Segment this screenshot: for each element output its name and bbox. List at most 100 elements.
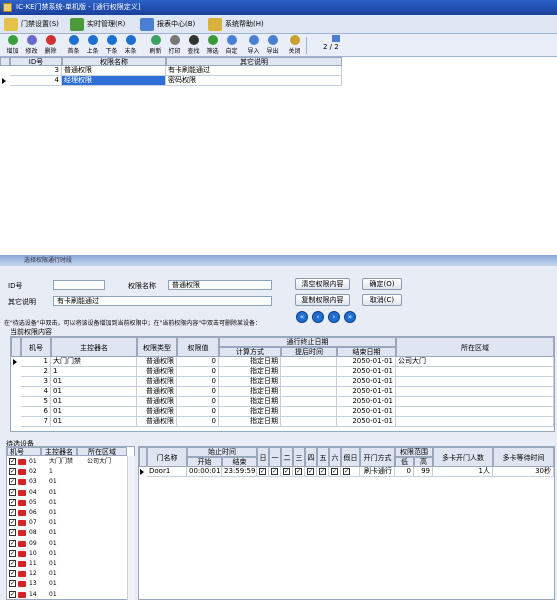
list-item[interactable]: ✓ 14 01 <box>7 590 127 600</box>
col-day[interactable]: 四 <box>305 447 317 467</box>
col-end[interactable]: 结束 <box>222 457 257 467</box>
checkbox[interactable]: ✓ <box>9 529 16 537</box>
table-row[interactable]: 6 01 普通权限 0 指定日期 2050-01-01 <box>11 407 554 417</box>
toolbar-button-custom[interactable]: 自定 <box>222 35 241 56</box>
toolbar-button-print[interactable]: 打印 <box>165 35 184 56</box>
day-checkbox[interactable]: ✓ <box>319 467 326 475</box>
menu-door-settings[interactable]: 门禁设置(S) <box>4 17 59 32</box>
toolbar-button-edit[interactable]: 修改 <box>22 35 41 56</box>
table-row[interactable]: 7 01 普通权限 0 指定日期 2050-01-01 <box>11 417 554 427</box>
checkbox[interactable]: ✓ <box>9 468 16 476</box>
col-day[interactable]: 假日 <box>341 447 360 467</box>
toolbar-button-prev[interactable]: 上条 <box>83 35 102 56</box>
toolbar-button-filter[interactable]: 筛选 <box>203 35 222 56</box>
last-record-icon[interactable]: » <box>344 311 356 323</box>
toolbar-button-refresh[interactable]: 刷新 <box>146 35 165 56</box>
list-item[interactable]: ✓ 09 01 <box>7 539 127 549</box>
col-multi[interactable]: 多卡开门人数 <box>433 447 493 467</box>
toolbar-button-first[interactable]: 首条 <box>64 35 83 56</box>
col-controller[interactable]: 主控器名 <box>51 337 137 357</box>
menu-realtime[interactable]: 实时管理(R) <box>70 17 125 32</box>
col-type[interactable]: 权限类型 <box>137 337 177 357</box>
list-item[interactable]: ✓ 01 大门门禁 公司大门 <box>7 457 127 467</box>
col-low[interactable]: 低 <box>395 457 414 467</box>
cancel-button[interactable]: 取消(C) <box>362 294 402 306</box>
col-day[interactable]: 三 <box>293 447 305 467</box>
col-day[interactable]: 一 <box>269 447 281 467</box>
menu-help[interactable]: 系统帮助(H) <box>208 17 264 32</box>
col-device-area[interactable]: 所在区域 <box>77 447 127 456</box>
next-record-icon[interactable]: › <box>328 311 340 323</box>
clear-permission-button[interactable]: 清空权限内容 <box>295 278 350 290</box>
col-desc[interactable]: 其它说明 <box>166 57 342 66</box>
checkbox[interactable]: ✓ <box>9 458 16 465</box>
table-row[interactable]: 4 01 普通权限 0 指定日期 2050-01-01 <box>11 387 554 397</box>
toolbar-button-last[interactable]: 末条 <box>121 35 140 56</box>
prev-record-icon[interactable]: ‹ <box>312 311 324 323</box>
checkbox[interactable]: ✓ <box>9 560 16 567</box>
list-item[interactable]: ✓ 04 01 <box>7 488 127 498</box>
list-item[interactable]: ✓ 12 01 <box>7 569 127 579</box>
day-checkbox[interactable]: ✓ <box>307 467 314 475</box>
col-wait[interactable]: 多卡等待时间 <box>493 447 554 467</box>
list-item[interactable]: ✓ 02 1 <box>7 467 127 477</box>
toolbar-button-find[interactable]: 查找 <box>184 35 203 56</box>
checkbox[interactable]: ✓ <box>9 488 16 496</box>
checkbox[interactable]: ✓ <box>9 509 16 516</box>
toolbar-button-close[interactable]: 关闭 <box>285 35 304 56</box>
col-day[interactable]: 日 <box>257 447 269 467</box>
col-advance[interactable]: 提后时间 <box>281 347 337 357</box>
col-no[interactable]: 机号 <box>21 337 51 357</box>
col-id[interactable]: ID号 <box>10 57 62 66</box>
checkbox[interactable]: ✓ <box>9 539 16 547</box>
day-checkbox[interactable]: ✓ <box>259 467 266 475</box>
toolbar-button-add[interactable]: 增加 <box>3 35 22 56</box>
list-item[interactable]: ✓ 07 01 <box>7 518 127 528</box>
day-checkbox[interactable]: ✓ <box>283 467 290 475</box>
toolbar-button-delete[interactable]: 删除 <box>41 35 60 56</box>
toolbar-button-export[interactable]: 导出 <box>263 35 282 56</box>
table-row[interactable]: 2 1 普通权限 0 指定日期 2050-01-01 <box>11 367 554 377</box>
col-day[interactable]: 二 <box>281 447 293 467</box>
checkbox[interactable]: ✓ <box>9 498 16 506</box>
col-calc[interactable]: 计算方式 <box>219 347 281 357</box>
col-area[interactable]: 所在区域 <box>396 337 554 357</box>
device-list-scrollbar[interactable] <box>127 456 135 600</box>
day-checkbox[interactable]: ✓ <box>271 467 278 475</box>
col-end-date[interactable]: 结束日期 <box>337 347 396 357</box>
first-record-icon[interactable]: « <box>296 311 308 323</box>
col-start[interactable]: 开始 <box>187 457 222 467</box>
list-item[interactable]: ✓ 10 01 <box>7 549 127 559</box>
list-item[interactable]: ✓ 08 01 <box>7 528 127 538</box>
toolbar-button-import[interactable]: 导入 <box>244 35 263 56</box>
col-day[interactable]: 六 <box>329 447 341 467</box>
desc-field[interactable]: 有卡刷能通过 <box>53 296 272 306</box>
checkbox[interactable]: ✓ <box>9 590 16 598</box>
day-checkbox[interactable]: ✓ <box>343 467 350 475</box>
toolbar-button-next[interactable]: 下条 <box>102 35 121 56</box>
id-field[interactable] <box>53 280 105 290</box>
table-row[interactable]: 3 01 普通权限 0 指定日期 2050-01-01 <box>11 377 554 387</box>
day-checkbox[interactable]: ✓ <box>295 467 302 475</box>
menu-reports[interactable]: 报表中心(B) <box>140 17 195 32</box>
table-row[interactable]: 5 01 普通权限 0 指定日期 2050-01-01 <box>11 397 554 407</box>
checkbox[interactable]: ✓ <box>9 549 16 557</box>
col-day[interactable]: 五 <box>317 447 329 467</box>
list-item[interactable]: ✓ 11 01 <box>7 559 127 569</box>
table-row[interactable]: Door1 00:00:01 23:59:59 ✓ ✓ ✓ ✓ ✓ ✓ ✓ ✓ 刷卡通行 0 … <box>139 467 554 477</box>
day-checkbox[interactable]: ✓ <box>331 467 338 475</box>
col-door[interactable]: 门名称 <box>147 447 187 467</box>
checkbox[interactable]: ✓ <box>9 570 16 578</box>
list-item[interactable]: ✓ 13 01 <box>7 579 127 589</box>
col-device-no[interactable]: 机号 <box>7 447 41 456</box>
col-mode[interactable]: 开门方式 <box>360 447 395 467</box>
list-item[interactable]: ✓ 05 01 <box>7 498 127 508</box>
col-value[interactable]: 权限值 <box>177 337 219 357</box>
checkbox[interactable]: ✓ <box>9 519 16 527</box>
list-item[interactable]: ✓ 06 01 <box>7 508 127 518</box>
checkbox[interactable]: ✓ <box>9 478 16 486</box>
ok-button[interactable]: 确定(O) <box>362 278 402 290</box>
col-device-ctrl[interactable]: 主控器名 <box>41 447 77 456</box>
table-row[interactable]: 1 大门门禁 普通权限 0 指定日期 2050-01-01 公司大门 <box>11 357 554 367</box>
col-name[interactable]: 权限名称 <box>62 57 166 66</box>
